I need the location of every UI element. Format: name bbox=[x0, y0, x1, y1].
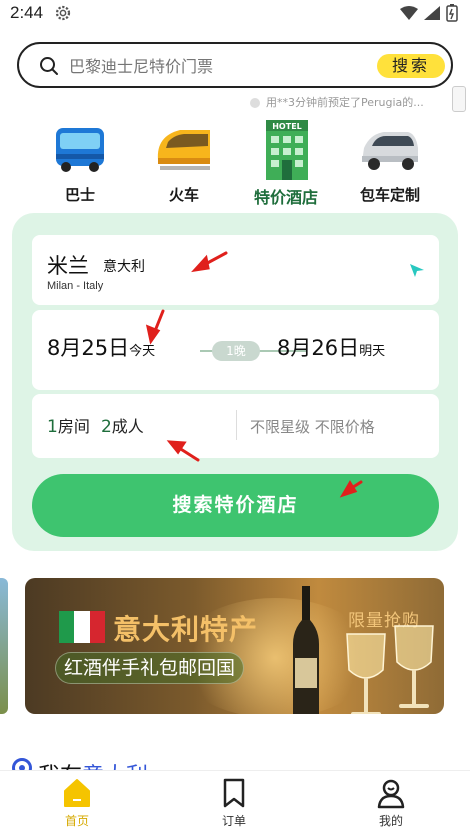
city-english-name: Milan - Italy bbox=[47, 280, 104, 292]
banner-title: 意大利特产 bbox=[113, 613, 259, 646]
city-country: 意大利 bbox=[103, 259, 145, 275]
category-label: 特价酒店 bbox=[253, 188, 318, 207]
guests-count: 2 bbox=[100, 417, 112, 437]
notice-close-button[interactable] bbox=[452, 86, 466, 112]
category-label: 巴士 bbox=[64, 186, 95, 204]
category-car[interactable]: 包车定制 bbox=[342, 120, 438, 205]
search-button[interactable]: 搜索 bbox=[377, 54, 445, 78]
checkin-tag: 今天 bbox=[129, 344, 156, 359]
tab-home[interactable]: 首页 bbox=[37, 777, 117, 829]
search-icon bbox=[40, 57, 58, 75]
notice-avatar bbox=[250, 98, 260, 108]
banner-subtitle: 红酒伴手礼包邮回国 bbox=[55, 652, 245, 684]
category-train[interactable]: 火车 bbox=[136, 120, 232, 205]
checkin-date[interactable]: 8月25日今天 bbox=[47, 332, 155, 362]
italy-flag-icon bbox=[59, 611, 105, 643]
home-icon bbox=[64, 779, 90, 807]
destination-field[interactable]: 米兰 意大利 Milan - Italy bbox=[32, 235, 439, 305]
city-name: 米兰 bbox=[47, 254, 89, 278]
tab-label: 订单 bbox=[221, 814, 246, 828]
notice-text: 用**3分钟前预定了Perugia的... bbox=[266, 96, 424, 109]
rooms-count: 1 bbox=[47, 417, 58, 437]
rooms-unit: 房间 bbox=[57, 417, 90, 436]
checkout-date-text: 8月26日 bbox=[277, 336, 360, 360]
guest-divider bbox=[236, 410, 237, 440]
star-price-filter[interactable]: 不限星级 不限价格 bbox=[250, 416, 375, 437]
tab-label: 我的 bbox=[378, 814, 403, 828]
tab-label: 首页 bbox=[64, 814, 89, 828]
car-icon bbox=[362, 132, 418, 170]
wine-glass-icon bbox=[346, 633, 386, 714]
train-icon bbox=[157, 130, 210, 170]
checkout-date[interactable]: 8月26日明天 bbox=[277, 332, 385, 362]
hotel-booking-panel: 米兰 意大利 Milan - Italy 8月25日今天 1晚 8月26日明天 … bbox=[12, 213, 458, 551]
bottom-tab-bar: 首页 订单 我的 bbox=[0, 770, 470, 833]
rooms-guests[interactable]: 1房间 2成人 bbox=[47, 413, 144, 437]
bus-icon bbox=[56, 128, 104, 172]
bookmark-icon bbox=[223, 778, 245, 808]
booking-notice: 用**3分钟前预定了Perugia的... bbox=[250, 94, 450, 114]
battery-icon bbox=[446, 4, 458, 22]
nights-badge: 1晚 bbox=[212, 341, 260, 361]
hotel-icon: HOTEL bbox=[266, 120, 308, 180]
checkout-tag: 明天 bbox=[359, 344, 386, 359]
guest-field[interactable]: 1房间 2成人 不限星级 不限价格 bbox=[32, 394, 439, 458]
previous-banner-edge[interactable] bbox=[0, 578, 8, 714]
settings-gear-icon bbox=[55, 5, 71, 21]
status-time: 2:44 bbox=[10, 3, 44, 22]
tab-profile[interactable]: 我的 bbox=[351, 777, 431, 829]
category-hotel[interactable]: HOTEL 特价酒店 bbox=[238, 120, 334, 208]
search-input[interactable] bbox=[69, 53, 369, 79]
search-hotel-button[interactable]: 搜索特价酒店 bbox=[32, 474, 439, 537]
tab-orders[interactable]: 订单 bbox=[194, 777, 274, 829]
category-bus[interactable]: 巴士 bbox=[32, 120, 128, 205]
profile-icon bbox=[377, 779, 405, 809]
wine-bottle-icon bbox=[293, 586, 319, 714]
hotel-badge: HOTEL bbox=[272, 122, 302, 131]
date-field[interactable]: 8月25日今天 1晚 8月26日明天 bbox=[32, 310, 439, 390]
category-label: 火车 bbox=[168, 186, 199, 204]
wifi-icon bbox=[400, 6, 418, 20]
guests-unit: 成人 bbox=[111, 417, 144, 436]
category-label: 包车定制 bbox=[359, 186, 420, 204]
promo-banner[interactable]: 意大利特产 红酒伴手礼包邮回国 限量抢购 bbox=[25, 578, 444, 714]
status-indicators bbox=[400, 4, 458, 22]
signal-icon bbox=[424, 6, 440, 20]
wine-glass-icon bbox=[394, 625, 434, 708]
search-bar[interactable]: 搜索 bbox=[17, 42, 453, 88]
checkin-date-text: 8月25日 bbox=[47, 336, 130, 360]
status-bar: 2:44 bbox=[0, 0, 470, 28]
locate-icon[interactable] bbox=[409, 262, 425, 278]
